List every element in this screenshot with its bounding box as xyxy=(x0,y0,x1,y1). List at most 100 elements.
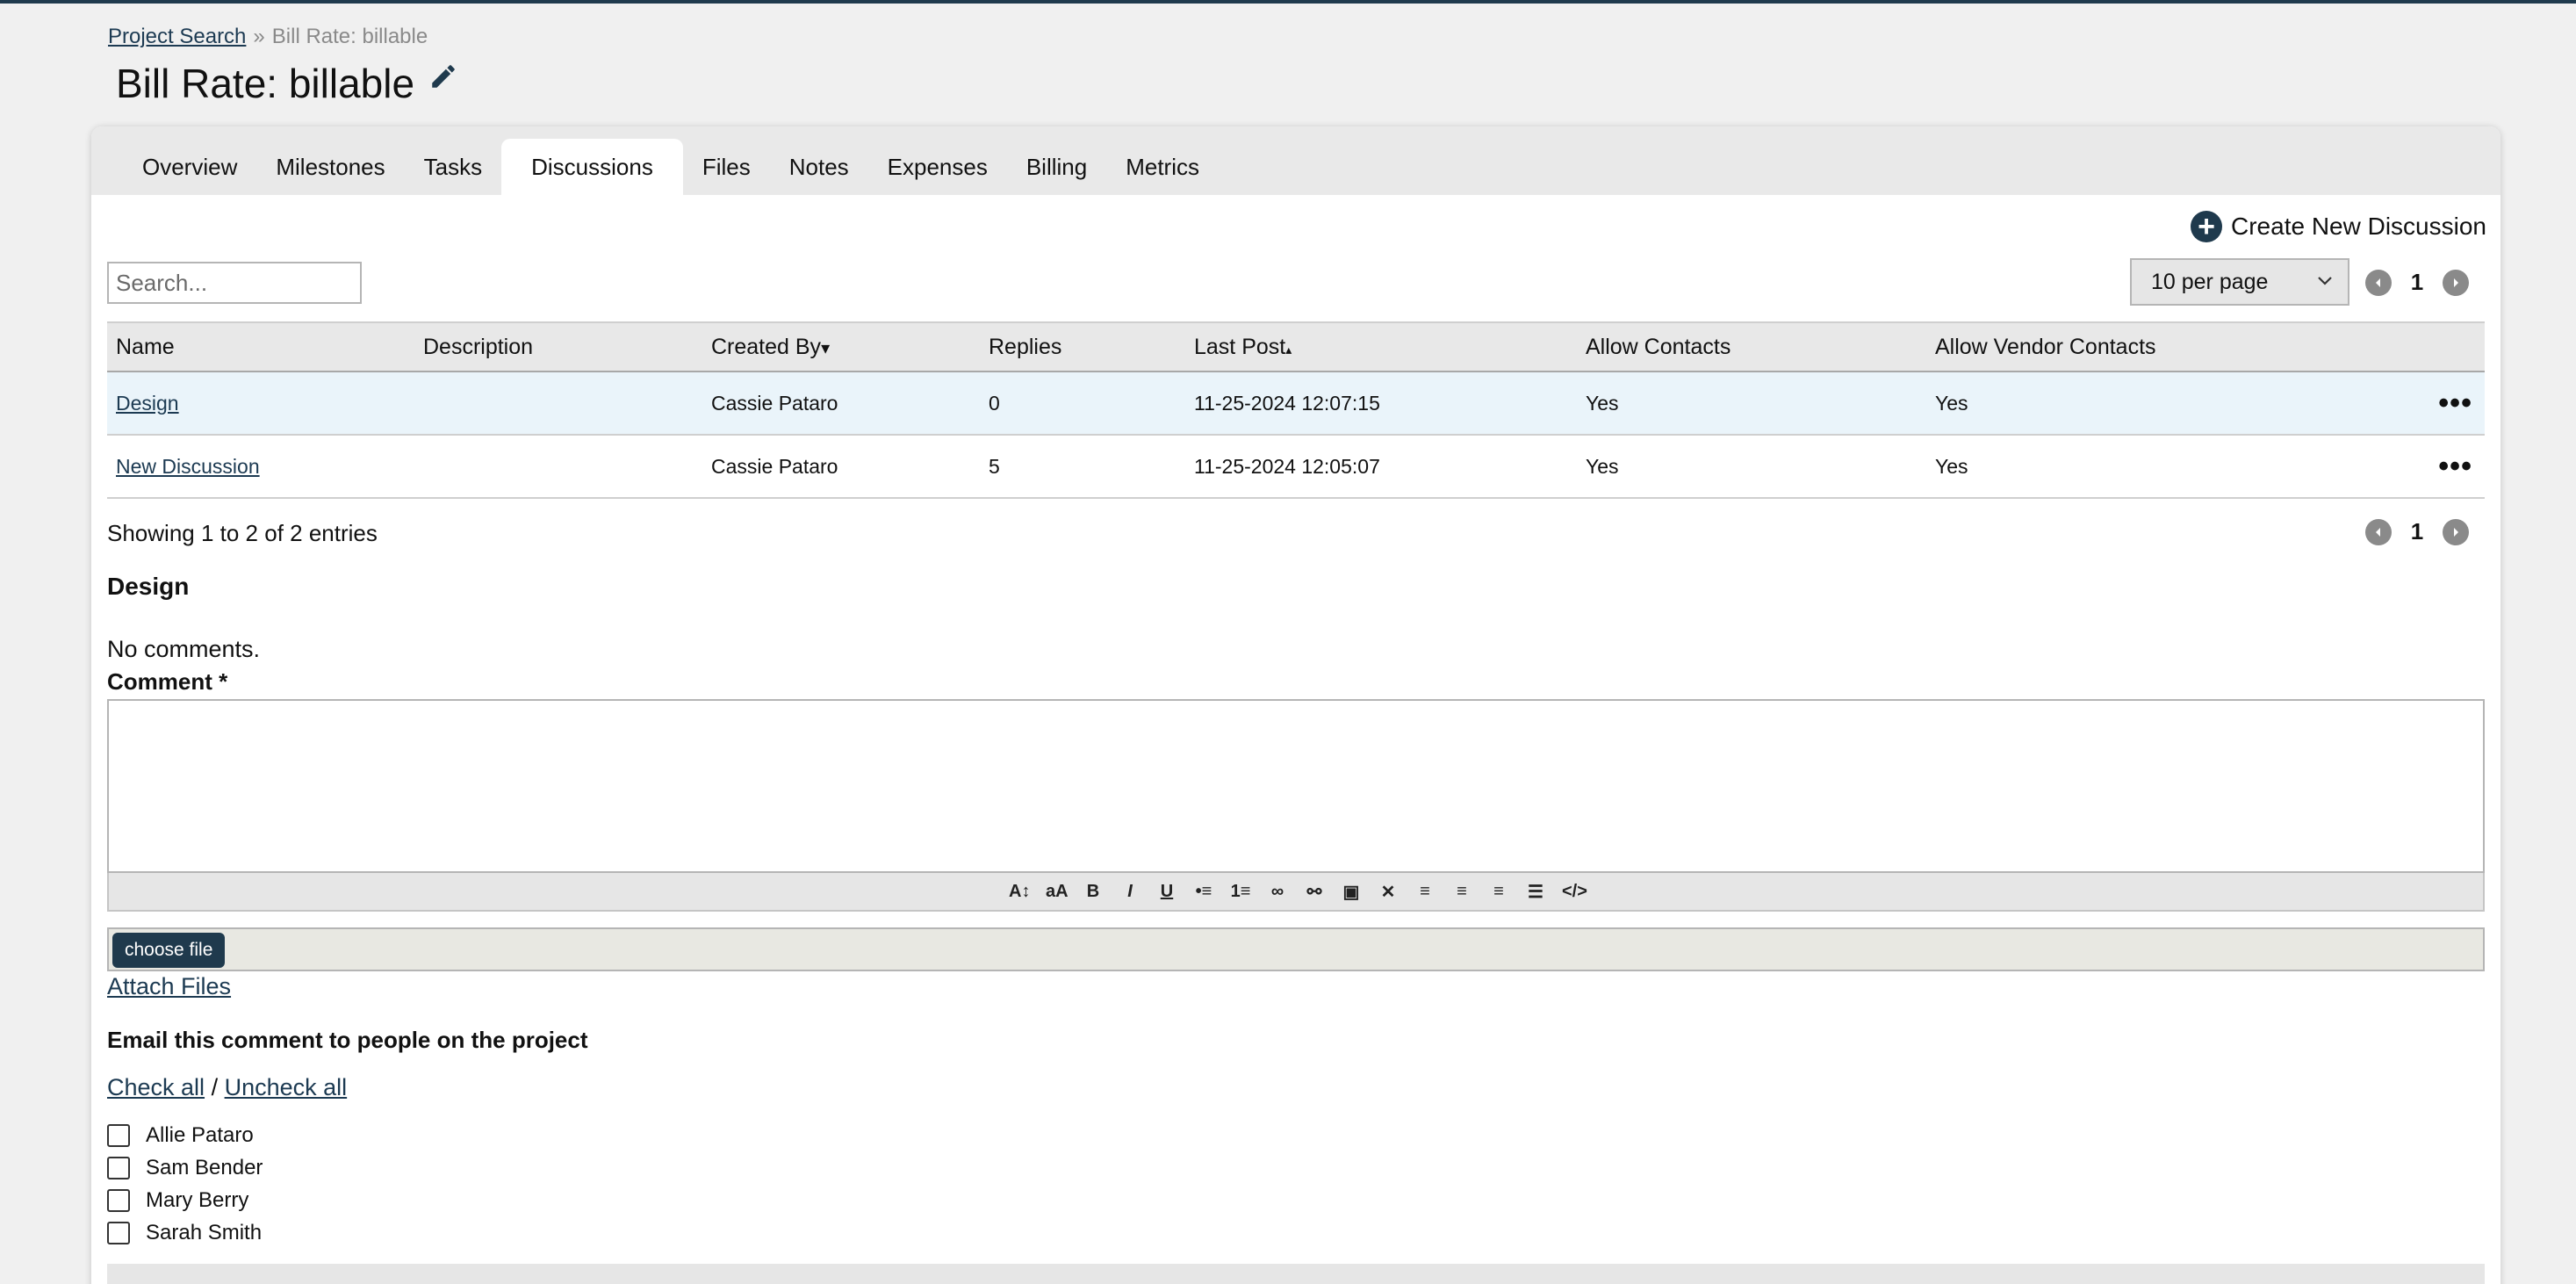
created-by-label: Created By xyxy=(711,334,822,359)
person-name: Allie Pataro xyxy=(146,1122,254,1147)
choose-file-button[interactable]: choose file xyxy=(112,933,226,968)
person-checkbox[interactable] xyxy=(107,1221,130,1244)
cell-description xyxy=(414,371,702,436)
no-comments-text: No comments. xyxy=(107,636,261,662)
pager-top: 1 xyxy=(2365,269,2469,296)
person-checkbox[interactable] xyxy=(107,1156,130,1179)
cell-allow-contacts: Yes xyxy=(1577,435,1926,499)
per-page-value: 10 per page xyxy=(2151,269,2269,294)
tab-metrics[interactable]: Metrics xyxy=(1106,139,1219,195)
align-center-icon[interactable]: ≡ xyxy=(1451,882,1472,902)
row-actions-menu-icon[interactable]: ••• xyxy=(2397,371,2485,436)
cell-created-by: Cassie Pataro xyxy=(702,435,980,499)
current-page-number: 1 xyxy=(2410,518,2424,545)
person-checkbox[interactable] xyxy=(107,1123,130,1147)
comment-textarea[interactable] xyxy=(107,699,2485,873)
numbered-list-icon[interactable]: 1≡ xyxy=(1230,882,1251,902)
editor-toolbar: A↕ aA B I U •≡ 1≡ ∞ ⚯ ▣ ✕ ≡ ≡ ≡ ☰ </> xyxy=(107,873,2485,912)
column-header-allow-contacts[interactable]: Allow Contacts xyxy=(1577,322,1926,371)
person-item[interactable]: Sarah Smith xyxy=(107,1216,263,1249)
column-header-created-by[interactable]: Created By▾ xyxy=(702,322,980,371)
create-new-discussion-label: Create New Discussion xyxy=(2231,213,2486,240)
plus-circle-icon: + xyxy=(2191,211,2222,242)
discussions-table: Name Description Created By▾ Replies Las… xyxy=(107,321,2485,499)
next-page-icon[interactable] xyxy=(2443,269,2469,296)
align-left-icon[interactable]: ≡ xyxy=(1414,882,1436,902)
breadcrumb-current: Bill Rate: billable xyxy=(271,25,428,48)
person-checkbox[interactable] xyxy=(107,1188,130,1212)
breadcrumb-separator: » xyxy=(253,25,265,48)
table-header-row: Name Description Created By▾ Replies Las… xyxy=(107,322,2485,371)
tab-files[interactable]: Files xyxy=(683,139,770,195)
current-page-number: 1 xyxy=(2410,269,2424,295)
cell-name: Design xyxy=(107,371,414,436)
check-all-controls: Check all / Uncheck all xyxy=(107,1074,347,1101)
check-all-link[interactable]: Check all xyxy=(107,1074,205,1100)
breadcrumb-link-project-search[interactable]: Project Search xyxy=(108,25,246,48)
column-header-last-post[interactable]: Last Post▴ xyxy=(1185,322,1577,371)
uncheck-all-link[interactable]: Uncheck all xyxy=(225,1074,348,1100)
tab-bar: Overview Milestones Tasks Discussions Fi… xyxy=(91,126,2500,195)
pager-bottom: 1 xyxy=(2365,518,2469,545)
discussion-title: Design xyxy=(107,573,190,600)
person-item[interactable]: Allie Pataro xyxy=(107,1119,263,1151)
top-accent-bar xyxy=(0,0,2576,4)
search-input[interactable] xyxy=(107,262,362,304)
next-page-icon[interactable] xyxy=(2443,518,2469,545)
create-new-discussion-button[interactable]: + Create New Discussion xyxy=(2191,211,2486,242)
underline-icon[interactable]: U xyxy=(1156,882,1177,902)
tab-tasks[interactable]: Tasks xyxy=(405,139,501,195)
column-header-name[interactable]: Name xyxy=(107,322,414,371)
tab-notes[interactable]: Notes xyxy=(770,139,868,195)
page-title: Bill Rate: billable xyxy=(116,61,415,106)
prev-page-icon[interactable] xyxy=(2365,269,2392,296)
code-icon[interactable]: </> xyxy=(1562,882,1587,902)
page-title-row: Bill Rate: billable xyxy=(116,60,458,107)
last-post-label: Last Post xyxy=(1194,334,1286,359)
column-header-description[interactable]: Description xyxy=(414,322,702,371)
align-right-icon[interactable]: ≡ xyxy=(1488,882,1509,902)
cell-allow-vendor-contacts: Yes xyxy=(1926,435,2397,499)
font-smaller-icon[interactable]: aA xyxy=(1046,882,1069,902)
unlink-icon[interactable]: ⚯ xyxy=(1304,881,1325,903)
tab-milestones[interactable]: Milestones xyxy=(256,139,404,195)
discussion-link[interactable]: Design xyxy=(116,392,179,415)
tab-billing[interactable]: Billing xyxy=(1007,139,1106,195)
person-name: Sarah Smith xyxy=(146,1220,263,1244)
cell-name: New Discussion xyxy=(107,435,414,499)
edit-pencil-icon[interactable] xyxy=(428,61,458,91)
cell-replies: 5 xyxy=(980,435,1185,499)
image-icon[interactable]: ▣ xyxy=(1341,881,1362,903)
row-actions-menu-icon[interactable]: ••• xyxy=(2397,435,2485,499)
tab-expenses[interactable]: Expenses xyxy=(868,139,1007,195)
tab-overview[interactable]: Overview xyxy=(123,139,256,195)
person-item[interactable]: Sam Bender xyxy=(107,1151,263,1184)
column-header-allow-vendor-contacts[interactable]: Allow Vendor Contacts xyxy=(1926,322,2397,371)
people-checklist: Allie Pataro Sam Bender Mary Berry Sarah… xyxy=(107,1119,263,1249)
table-row[interactable]: Design Cassie Pataro 0 11-25-2024 12:07:… xyxy=(107,371,2485,436)
breadcrumb: Project Search » Bill Rate: billable xyxy=(108,25,428,49)
tab-discussions[interactable]: Discussions xyxy=(501,139,683,195)
sort-asc-icon: ▴ xyxy=(1285,342,1292,357)
remove-format-icon[interactable]: ✕ xyxy=(1378,881,1399,903)
column-header-actions xyxy=(2397,322,2485,371)
table-row[interactable]: New Discussion Cassie Pataro 5 11-25-202… xyxy=(107,435,2485,499)
link-icon[interactable]: ∞ xyxy=(1267,882,1288,902)
attach-files-link[interactable]: Attach Files xyxy=(107,973,231,1000)
prev-page-icon[interactable] xyxy=(2365,518,2392,545)
sort-desc-icon: ▾ xyxy=(821,338,831,358)
font-larger-icon[interactable]: A↕ xyxy=(1009,882,1030,902)
cell-allow-vendor-contacts: Yes xyxy=(1926,371,2397,436)
italic-icon[interactable]: I xyxy=(1119,882,1140,902)
person-item[interactable]: Mary Berry xyxy=(107,1184,263,1216)
per-page-select[interactable]: 10 per page xyxy=(2130,258,2349,306)
cell-last-post: 11-25-2024 12:07:15 xyxy=(1185,371,1577,436)
column-header-replies[interactable]: Replies xyxy=(980,322,1185,371)
bullet-list-icon[interactable]: •≡ xyxy=(1193,882,1214,902)
discussion-link[interactable]: New Discussion xyxy=(116,455,260,478)
justify-icon[interactable]: ☰ xyxy=(1525,881,1546,903)
bold-icon[interactable]: B xyxy=(1083,882,1104,902)
cell-created-by: Cassie Pataro xyxy=(702,371,980,436)
form-footer-bar xyxy=(107,1264,2485,1284)
email-section-title: Email this comment to people on the proj… xyxy=(107,1027,588,1053)
